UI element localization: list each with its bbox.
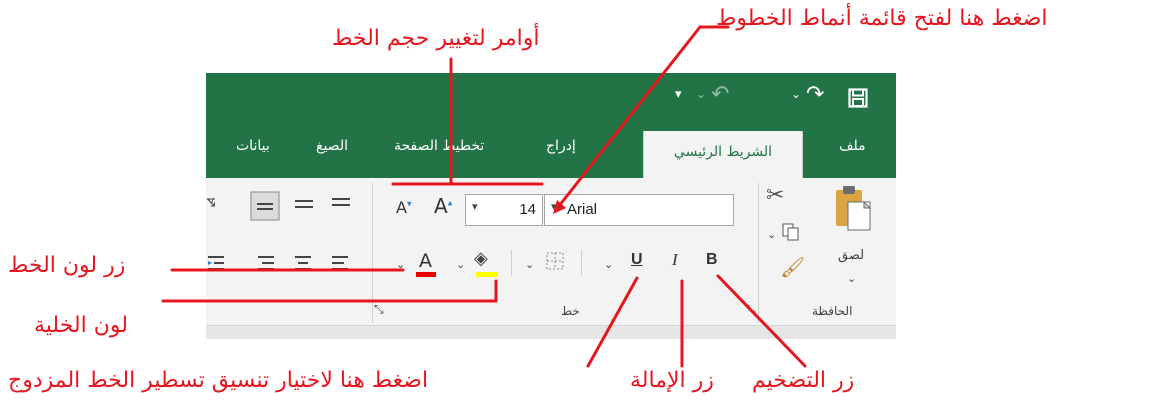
double-underline-pointer-line <box>586 276 639 368</box>
annotation-lines <box>161 25 807 368</box>
font-style-pointer-line-diagonal <box>557 25 702 208</box>
font-style-arrow-head <box>553 200 566 214</box>
bold-pointer-line <box>716 274 807 368</box>
